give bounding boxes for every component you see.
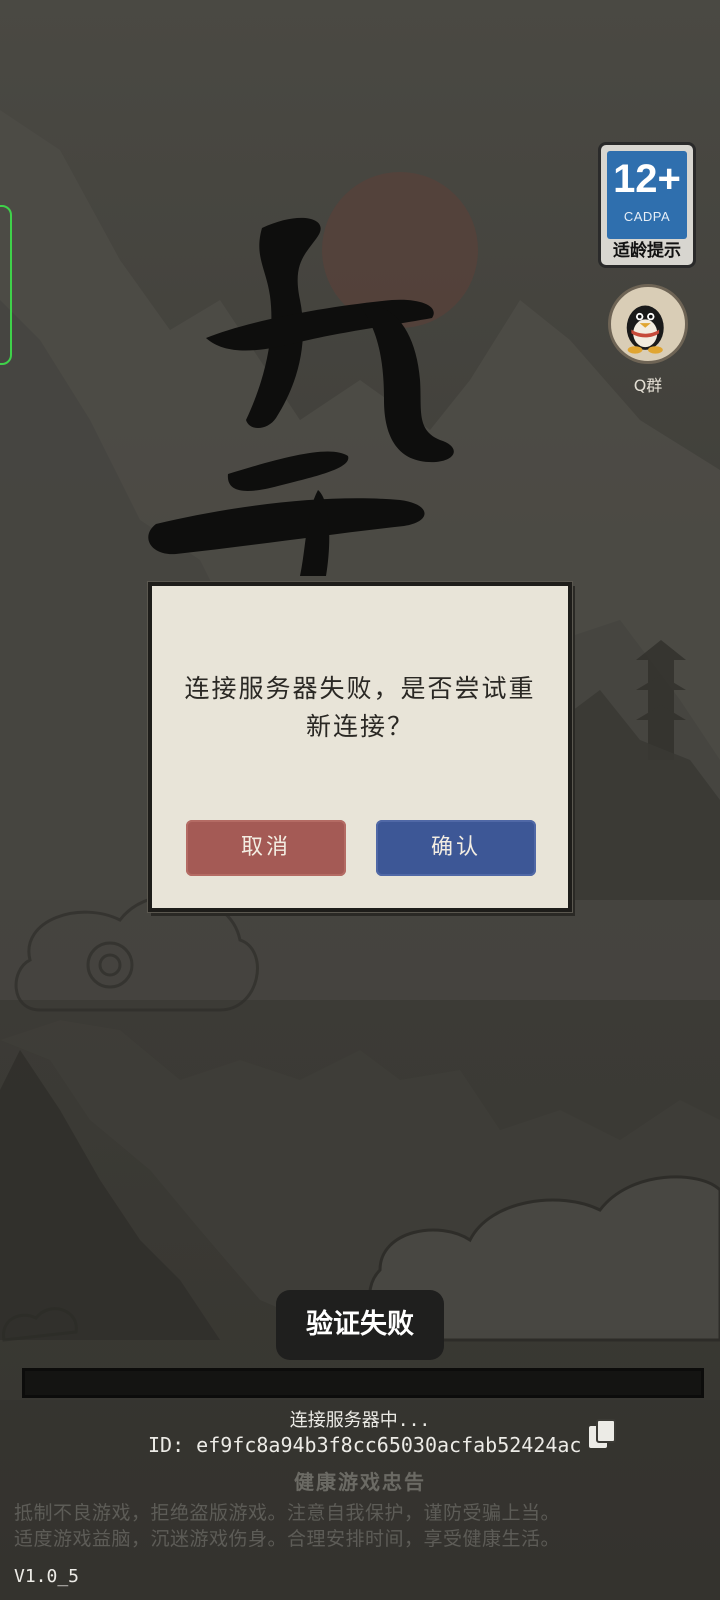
qq-penguin-icon [626,305,664,354]
age-rating-hint: 适龄提示 [613,241,681,261]
qq-group-label: Q群 [633,376,663,395]
qq-group-button[interactable] [608,284,688,364]
version-label: V1.0_5 [14,1566,80,1587]
device-id: ID: ef9fc8a94b3f8cc65030acfab52424ac [148,1433,582,1457]
game-screen: 12+ CADPA 适龄提示 Q群 连接服务器失败，是否尝试重新连接？ 取消 确… [0,0,720,1600]
health-notice-line: 抵制不良游戏，拒绝盗版游戏。注意自我保护，谨防受骗上当。 [14,1502,561,1524]
dialog-message: 连接服务器失败，是否尝试重新连接？ [184,674,536,741]
age-rating-number: 12+ [613,157,681,201]
health-notice-title: 健康游戏忠告 [294,1470,426,1494]
loading-progress-bar [22,1368,704,1398]
age-rating-badge[interactable]: 12+ CADPA 适龄提示 [598,142,696,268]
confirm-button[interactable]: 确认 [376,820,536,876]
side-drawer-tab[interactable] [0,205,12,365]
reconnect-dialog: 连接服务器失败，是否尝试重新连接？ 取消 确认 [148,582,572,912]
health-notice-line: 适度游戏益脑，沉迷游戏伤身。合理安排时间，享受健康生活。 [14,1528,561,1550]
toast-message: 验证失败 [276,1290,444,1360]
copy-icon[interactable] [586,1418,618,1452]
age-rating-org: CADPA [623,209,671,224]
cancel-button[interactable]: 取消 [186,820,346,876]
